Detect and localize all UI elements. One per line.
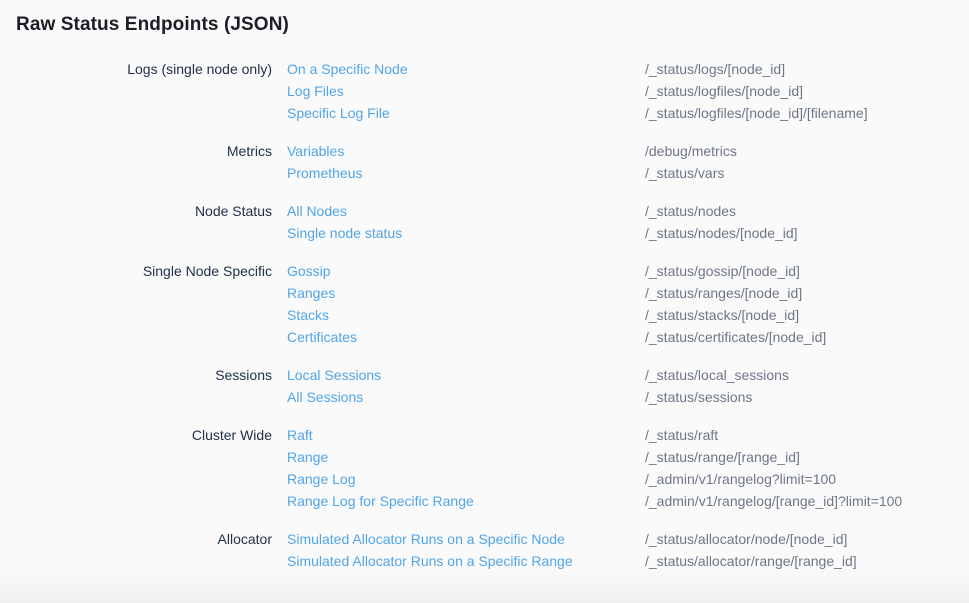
endpoint-path: /_status/nodes/[node_id] (645, 222, 798, 244)
endpoint-link-list: Simulated Allocator Runs on a Specific N… (287, 528, 645, 572)
category-label: Metrics (16, 140, 272, 162)
endpoint-group: Node StatusAll NodesSingle node status/_… (16, 200, 953, 244)
endpoint-link[interactable]: Log Files (287, 80, 344, 102)
endpoint-link[interactable]: Stacks (287, 304, 329, 326)
endpoint-link-list: RaftRangeRange LogRange Log for Specific… (287, 424, 645, 512)
endpoint-path: /_status/stacks/[node_id] (645, 304, 826, 326)
endpoint-link[interactable]: Single node status (287, 222, 402, 244)
endpoint-link[interactable]: Range Log for Specific Range (287, 490, 474, 512)
endpoint-path: /_status/ranges/[node_id] (645, 282, 826, 304)
endpoint-groups: Logs (single node only) On a Specific Nod… (16, 58, 953, 572)
endpoint-path: /_status/allocator/node/[node_id] (645, 528, 857, 550)
endpoint-path-list: /_status/raft/_status/range/[range_id]/_… (645, 424, 902, 512)
endpoint-link[interactable]: Range (287, 446, 328, 468)
endpoint-path: /_admin/v1/rangelog?limit=100 (645, 468, 902, 490)
endpoint-path: /_status/logfiles/[node_id]/[filename] (645, 102, 868, 124)
endpoint-path: /_status/allocator/range/[range_id] (645, 550, 857, 572)
endpoint-link-list: On a Specific NodeLog FilesSpecific Log … (287, 58, 645, 124)
endpoint-path: /_status/sessions (645, 386, 789, 408)
category-label: Single Node Specific (16, 260, 272, 282)
endpoint-link[interactable]: Certificates (287, 326, 357, 348)
endpoint-path-list: /_status/allocator/node/[node_id]/_statu… (645, 528, 857, 572)
category-label: Allocator (16, 528, 272, 550)
page-title: Raw Status Endpoints (JSON) (16, 13, 953, 37)
endpoint-link[interactable]: Prometheus (287, 162, 362, 184)
endpoint-path: /_status/logs/[node_id] (645, 58, 868, 80)
endpoint-link[interactable]: Ranges (287, 282, 335, 304)
endpoint-path-list: /_status/gossip/[node_id]/_status/ranges… (645, 260, 826, 348)
endpoint-link[interactable]: All Nodes (287, 200, 347, 222)
endpoint-path-list: /debug/metrics/_status/vars (645, 140, 737, 184)
endpoint-path: /debug/metrics (645, 140, 737, 162)
debug-endpoints-page: Raw Status Endpoints (JSON) Logs (single… (0, 0, 969, 572)
endpoint-path: /_status/vars (645, 162, 737, 184)
endpoint-group: Metrics VariablesPrometheus/debug/metrics… (16, 140, 953, 184)
endpoint-link[interactable]: Gossip (287, 260, 331, 282)
endpoint-path-list: /_status/local_sessions/_status/sessions (645, 364, 789, 408)
endpoint-link-list: Local SessionsAll Sessions (287, 364, 645, 408)
endpoint-link[interactable]: Simulated Allocator Runs on a Specific R… (287, 550, 573, 572)
endpoint-path-list: /_status/logs/[node_id]/_status/logfiles… (645, 58, 868, 124)
endpoint-path: /_status/range/[range_id] (645, 446, 902, 468)
endpoint-link[interactable]: Variables (287, 140, 344, 162)
category-label: Logs (single node only) (16, 58, 272, 80)
endpoint-group: SessionsLocal SessionsAll Sessions/_stat… (16, 364, 953, 408)
endpoint-path: /_status/raft (645, 424, 902, 446)
endpoint-link[interactable]: All Sessions (287, 386, 363, 408)
endpoint-path: /_status/logfiles/[node_id] (645, 80, 868, 102)
endpoint-link[interactable]: Raft (287, 424, 313, 446)
endpoint-path-list: /_status/nodes/_status/nodes/[node_id] (645, 200, 798, 244)
endpoint-link-list: All NodesSingle node status (287, 200, 645, 244)
endpoint-group: Single Node Specific GossipRangesStacksCe… (16, 260, 953, 348)
endpoint-path: /_status/local_sessions (645, 364, 789, 386)
endpoint-link[interactable]: Specific Log File (287, 102, 390, 124)
endpoint-link[interactable]: Simulated Allocator Runs on a Specific N… (287, 528, 565, 550)
endpoint-path: /_status/nodes (645, 200, 798, 222)
endpoint-path: /_admin/v1/rangelog/[range_id]?limit=100 (645, 490, 902, 512)
endpoint-link[interactable]: Local Sessions (287, 364, 381, 386)
endpoint-path: /_status/certificates/[node_id] (645, 326, 826, 348)
endpoint-group: Allocator Simulated Allocator Runs on a S… (16, 528, 953, 572)
endpoint-link-list: GossipRangesStacksCertificates (287, 260, 645, 348)
endpoint-group: Cluster Wide RaftRangeRange LogRange Log … (16, 424, 953, 512)
category-label: Node Status (16, 200, 272, 222)
endpoint-path: /_status/gossip/[node_id] (645, 260, 826, 282)
endpoint-link[interactable]: On a Specific Node (287, 58, 408, 80)
category-label: Cluster Wide (16, 424, 272, 446)
endpoint-link[interactable]: Range Log (287, 468, 356, 490)
endpoint-link-list: VariablesPrometheus (287, 140, 645, 184)
category-label: Sessions (16, 364, 272, 386)
endpoint-group: Logs (single node only) On a Specific Nod… (16, 58, 953, 124)
